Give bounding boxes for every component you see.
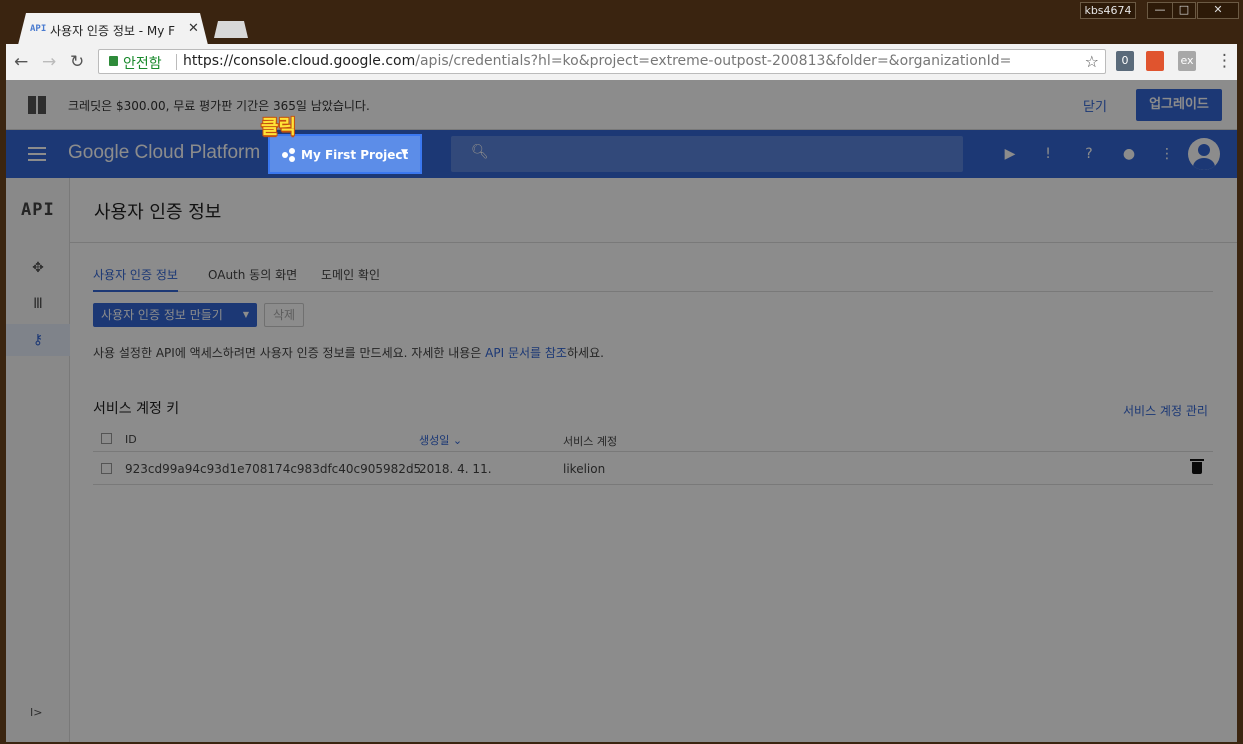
avatar-icon[interactable] (1188, 138, 1220, 170)
tab-domain-verification[interactable]: 도메인 확인 (321, 266, 380, 283)
close-window-button[interactable]: ✕ (1197, 2, 1239, 19)
page-viewport: 크레딧은 $300.00, 무료 평가판 기간은 365일 남았습니다. 닫기 … (6, 80, 1237, 742)
tab-close-icon[interactable]: ✕ (188, 21, 199, 36)
gift-icon (28, 96, 46, 114)
extension-icon[interactable]: 0 (1116, 51, 1134, 71)
chevron-down-icon: ▼ (242, 310, 249, 319)
section-title: 서비스 계정 키 (93, 401, 180, 417)
browser-tab[interactable]: API 사용자 인증 정보 - My F ✕ (18, 13, 208, 45)
cloud-shell-icon[interactable]: ▶ (1001, 145, 1019, 163)
tab-oauth-consent[interactable]: OAuth 동의 화면 (208, 266, 297, 283)
row-checkbox[interactable] (101, 463, 112, 474)
table-header: ID 생성일 ⌄ 서비스 계정 (93, 426, 1213, 452)
column-id: ID (125, 433, 137, 446)
help-icon[interactable]: ? (1080, 145, 1098, 163)
created-date: 2018. 4. 11. (419, 462, 492, 476)
forward-icon[interactable]: → (42, 52, 56, 72)
gcp-header: Google Cloud Platform 🔍︎ ▶ ! ? ● ⋮ (6, 130, 1237, 178)
credentials-icon[interactable]: ⚷ (6, 324, 70, 356)
info-prefix: 사용 설정한 API에 액세스하려면 사용자 인증 정보를 만드세요. 자세한 … (93, 346, 486, 360)
collapse-nav-icon[interactable]: I> (30, 706, 42, 719)
info-suffix: 하세요. (566, 346, 604, 360)
tab-title: 사용자 인증 정보 - My F (50, 24, 176, 38)
select-all-checkbox[interactable] (101, 433, 112, 444)
profile-badge[interactable]: kbs4674 (1080, 2, 1136, 19)
upgrade-button[interactable]: 업그레이드 (1136, 89, 1222, 121)
extension-ex-icon[interactable]: ex (1178, 51, 1196, 71)
title-divider (70, 242, 1237, 243)
create-credentials-button[interactable]: 사용자 인증 정보 만들기 ▼ (93, 303, 257, 327)
address-separator (176, 54, 177, 70)
browser-toolbar: ← → ↻ 안전함 https://console.cloud.google.c… (6, 44, 1237, 80)
free-trial-banner: 크레딧은 $300.00, 무료 평가판 기간은 365일 남았습니다. 닫기 … (6, 80, 1237, 130)
dashboard-icon[interactable]: ✥ (6, 252, 70, 284)
info-text: 사용 설정한 API에 액세스하려면 사용자 인증 정보를 만드세요. 자세한 … (93, 344, 604, 361)
gcp-logo[interactable]: Google Cloud Platform (68, 142, 260, 164)
reload-icon[interactable]: ↻ (70, 52, 84, 72)
url-path: /apis/credentials?hl=ko&project=extreme-… (415, 53, 1012, 69)
back-icon[interactable]: ← (14, 52, 28, 72)
project-selector-button[interactable]: My First Project ▼ (268, 134, 422, 174)
extension-avatar-icon[interactable] (1146, 51, 1164, 71)
credit-text: 크레딧은 $300.00, 무료 평가판 기간은 365일 남았습니다. (68, 99, 370, 113)
feedback-icon[interactable]: ! (1039, 145, 1057, 163)
column-created[interactable]: 생성일 ⌄ (419, 432, 462, 448)
lock-icon (109, 56, 118, 66)
api-docs-link[interactable]: API 문서를 참조 (485, 346, 567, 360)
maximize-button[interactable]: □ (1172, 2, 1196, 19)
manage-service-accounts-link[interactable]: 서비스 계정 관리 (1123, 402, 1208, 419)
api-logo: API (21, 200, 55, 220)
key-id: 923cd99a94c93d1e708174c983dfc40c905982d5 (125, 462, 422, 476)
column-created-label: 생성일 (419, 434, 450, 447)
project-icon (282, 148, 296, 162)
main-content: 사용자 인증 정보 사용자 인증 정보 OAuth 동의 화면 도메인 확인 사… (70, 178, 1237, 742)
create-credentials-label: 사용자 인증 정보 만들기 (101, 308, 223, 322)
table-row: 923cd99a94c93d1e708174c983dfc40c905982d5… (93, 453, 1213, 485)
more-vert-icon[interactable]: ⋮ (1158, 145, 1176, 163)
address-bar[interactable]: 안전함 https://console.cloud.google.com/api… (98, 49, 1106, 74)
hamburger-icon[interactable] (28, 147, 46, 161)
notifications-icon[interactable]: ● (1120, 145, 1138, 163)
browser-titlebar: API 사용자 인증 정보 - My F ✕ kbs4674 — □ ✕ (0, 0, 1243, 45)
service-account-name: likelion (563, 462, 606, 476)
url-text[interactable]: https://console.cloud.google.com/apis/cr… (183, 53, 1011, 69)
star-icon[interactable]: ☆ (1085, 52, 1099, 71)
column-service-account: 서비스 계정 (563, 435, 618, 448)
api-sidenav: API ✥ Ⅲ ⚷ I> (6, 178, 70, 742)
sort-chevron-icon: ⌄ (452, 434, 463, 447)
delete-icon[interactable] (1190, 459, 1204, 474)
click-callout: 클릭 (261, 116, 296, 138)
security-label: 안전함 (123, 56, 162, 72)
library-icon[interactable]: Ⅲ (6, 288, 70, 320)
menu-dots-icon[interactable]: ⋮ (1216, 51, 1233, 71)
delete-button[interactable]: 삭제 (264, 303, 304, 327)
dismiss-link[interactable]: 닫기 (1083, 96, 1107, 115)
tab-credentials[interactable]: 사용자 인증 정보 (93, 266, 178, 292)
api-favicon-icon: API (30, 24, 47, 34)
url-host: https://console.cloud.google.com (183, 53, 416, 69)
chevron-down-icon: ▼ (401, 148, 408, 158)
minimize-button[interactable]: — (1147, 2, 1173, 19)
search-icon: 🔍︎ (471, 144, 489, 160)
search-input[interactable]: 🔍︎ (451, 136, 963, 172)
new-tab-button[interactable] (214, 21, 248, 38)
project-name: My First Project (301, 148, 409, 162)
page-title: 사용자 인증 정보 (94, 202, 222, 223)
tab-bar: 사용자 인증 정보 OAuth 동의 화면 도메인 확인 (93, 264, 1213, 292)
